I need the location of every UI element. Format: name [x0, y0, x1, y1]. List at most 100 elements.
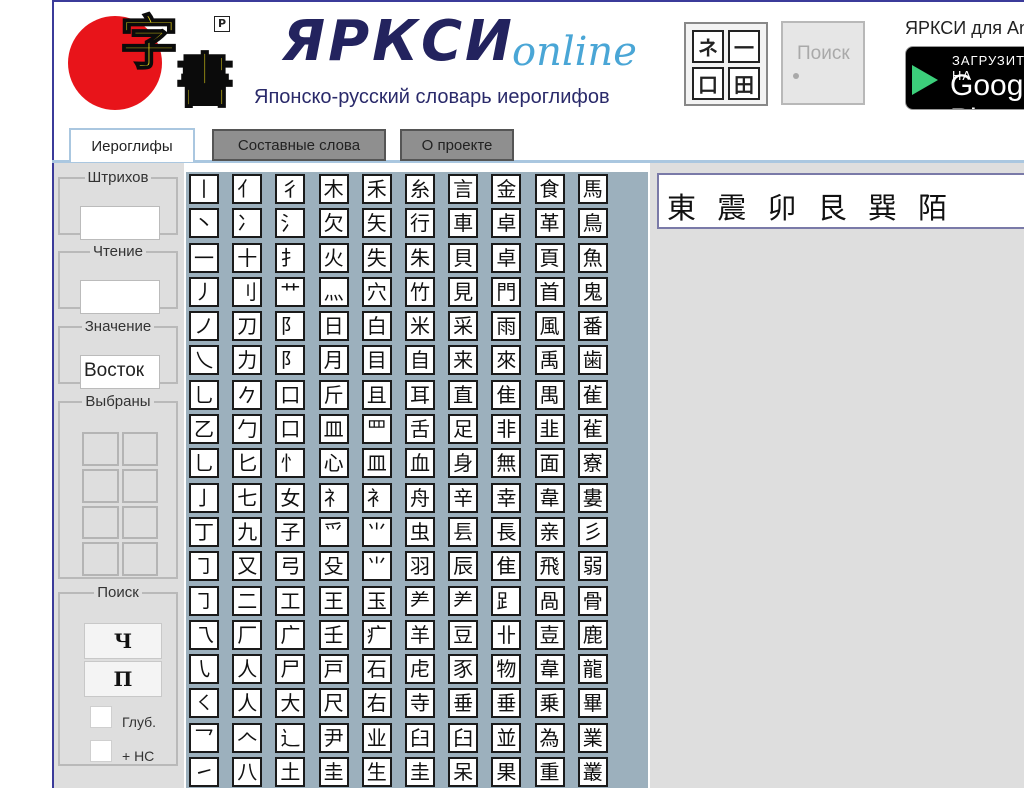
radical-cell[interactable]: 大 — [275, 688, 306, 719]
radical-cell[interactable]: 九 — [232, 516, 263, 547]
radical-cell[interactable]: 彡 — [577, 516, 608, 547]
radical-cell[interactable]: 又 — [232, 551, 263, 582]
radical-cell[interactable]: 臼 — [404, 722, 435, 753]
radical-cell[interactable]: 身 — [448, 448, 479, 479]
radical-cell[interactable]: 豕 — [448, 654, 479, 685]
radical-cell[interactable]: 呆 — [448, 757, 479, 788]
radical-cell[interactable]: 卓 — [491, 208, 522, 239]
radical-cell[interactable]: 力 — [232, 345, 263, 376]
radical-cell[interactable]: 火 — [318, 242, 349, 273]
radical-cell[interactable]: 土 — [275, 757, 306, 788]
radical-cell[interactable]: 人 — [232, 688, 263, 719]
radical-cell[interactable]: 灬 — [318, 276, 349, 307]
radical-cell[interactable]: 乗 — [534, 688, 565, 719]
radical-cell[interactable]: 斤 — [318, 379, 349, 410]
search-by-meaning-button[interactable]: П — [84, 661, 162, 697]
radical-cell[interactable]: 畢 — [577, 688, 608, 719]
radical-cell[interactable]: 氵 — [275, 208, 306, 239]
radical-cell[interactable]: 亻 — [232, 174, 263, 204]
radical-cell[interactable]: 韭 — [534, 414, 565, 445]
radical-cell[interactable]: 無 — [491, 448, 522, 479]
radical-cell[interactable]: 見 — [448, 276, 479, 307]
radical-cell[interactable]: 白 — [361, 311, 392, 342]
radical-cell[interactable]: 羽 — [404, 551, 435, 582]
radical-cell[interactable]: 阝 — [275, 345, 306, 376]
radical-cell[interactable]: 且 — [361, 379, 392, 410]
radical-cell[interactable]: 目 — [361, 345, 392, 376]
radical-cell[interactable]: 刂 — [232, 276, 263, 307]
radical-cell[interactable]: 来 — [448, 345, 479, 376]
radical-cell[interactable]: 禺 — [534, 379, 565, 410]
radical-cell[interactable]: 女 — [275, 482, 306, 513]
radical-cell[interactable]: 首 — [534, 276, 565, 307]
radical-cell[interactable]: 生 — [361, 757, 392, 788]
radical-cell[interactable]: 弱 — [577, 551, 608, 582]
site-logo[interactable]: 字 書 P — [68, 13, 248, 116]
reading-input[interactable] — [80, 280, 160, 314]
radical-cell[interactable]: 鹿 — [577, 619, 608, 650]
radical-cell[interactable]: 頁 — [534, 242, 565, 273]
radical-cell[interactable]: 乚 — [189, 448, 219, 479]
selected-slot[interactable] — [82, 432, 119, 466]
radical-cell[interactable]: ⻊ — [491, 585, 522, 616]
radical-cell[interactable]: 咼 — [534, 585, 565, 616]
radical-cell[interactable]: 乀 — [189, 345, 219, 376]
radical-cell[interactable]: 衤 — [361, 482, 392, 513]
radical-cell[interactable]: 殳 — [318, 551, 349, 582]
radical-cell[interactable]: 鬼 — [577, 276, 608, 307]
radical-cell[interactable]: 舌 — [404, 414, 435, 445]
radical-cell[interactable]: 日 — [318, 311, 349, 342]
radical-cell[interactable]: 舟 — [404, 482, 435, 513]
radical-cell[interactable]: 石 — [361, 654, 392, 685]
radical-cell[interactable]: 乙 — [189, 414, 219, 445]
radical-cell[interactable]: ⺌ — [361, 551, 392, 582]
radical-cell[interactable]: 戸 — [318, 654, 349, 685]
radical-cell[interactable]: 皿 — [361, 448, 392, 479]
radical-cell[interactable]: 番 — [577, 311, 608, 342]
radical-cell[interactable]: 直 — [448, 379, 479, 410]
radical-cell[interactable]: 弓 — [275, 551, 306, 582]
deep-search-checkbox[interactable] — [90, 706, 112, 728]
radical-cell[interactable]: 龍 — [577, 654, 608, 685]
radical-cell[interactable]: 阝 — [275, 311, 306, 342]
radical-cell[interactable]: ⺌ — [361, 516, 392, 547]
radical-cell[interactable]: 車 — [448, 208, 479, 239]
radical-cell[interactable]: 人 — [232, 654, 263, 685]
ns-checkbox[interactable] — [90, 740, 112, 762]
radical-cell[interactable]: 木 — [318, 174, 349, 204]
radical-cell[interactable]: ㇆ — [189, 585, 219, 616]
radical-cell[interactable]: 子 — [275, 516, 306, 547]
radical-cell[interactable]: 足 — [448, 414, 479, 445]
tab-compound-words[interactable]: Составные слова — [212, 129, 386, 161]
radical-cell[interactable]: ㇂ — [189, 654, 219, 685]
radical-cell[interactable]: 右 — [361, 688, 392, 719]
radical-cell[interactable]: 业 — [361, 722, 392, 753]
radical-cell[interactable]: 扌 — [275, 242, 306, 273]
radical-cell[interactable]: 欠 — [318, 208, 349, 239]
radical-cell[interactable]: 韋 — [534, 482, 565, 513]
radical-cell[interactable]: 失 — [361, 242, 392, 273]
radical-cell[interactable]: 圭 — [404, 757, 435, 788]
radical-cell[interactable]: ㇀ — [189, 757, 219, 788]
selected-slot[interactable] — [121, 542, 158, 576]
radical-cell[interactable]: 骨 — [577, 585, 608, 616]
radical-cell[interactable]: 采 — [448, 311, 479, 342]
header-search-button[interactable]: Поиск — [781, 21, 865, 105]
radical-cell[interactable]: 尹 — [318, 722, 349, 753]
radical-cell[interactable]: 壬 — [318, 619, 349, 650]
selected-slot[interactable] — [82, 505, 119, 540]
radical-cell[interactable]: 王 — [318, 585, 349, 616]
radical-cell[interactable]: 果 — [491, 757, 522, 788]
radical-cell[interactable]: 米 — [404, 311, 435, 342]
radical-cell[interactable]: 乛 — [189, 722, 219, 753]
strokes-input[interactable] — [80, 206, 160, 240]
selected-slot[interactable] — [82, 542, 119, 576]
radical-cell[interactable]: 臼 — [448, 722, 479, 753]
radical-cell[interactable]: 𠆢 — [232, 722, 263, 753]
radical-cell[interactable]: 隹 — [491, 379, 522, 410]
radical-cell[interactable]: 糸 — [404, 174, 435, 204]
radical-cell[interactable]: 血 — [404, 448, 435, 479]
kanji-input-button[interactable]: ネ 一 口 田 — [684, 22, 768, 106]
radical-cell[interactable]: 辰 — [448, 551, 479, 582]
radical-cell[interactable]: 皿 — [318, 414, 349, 445]
